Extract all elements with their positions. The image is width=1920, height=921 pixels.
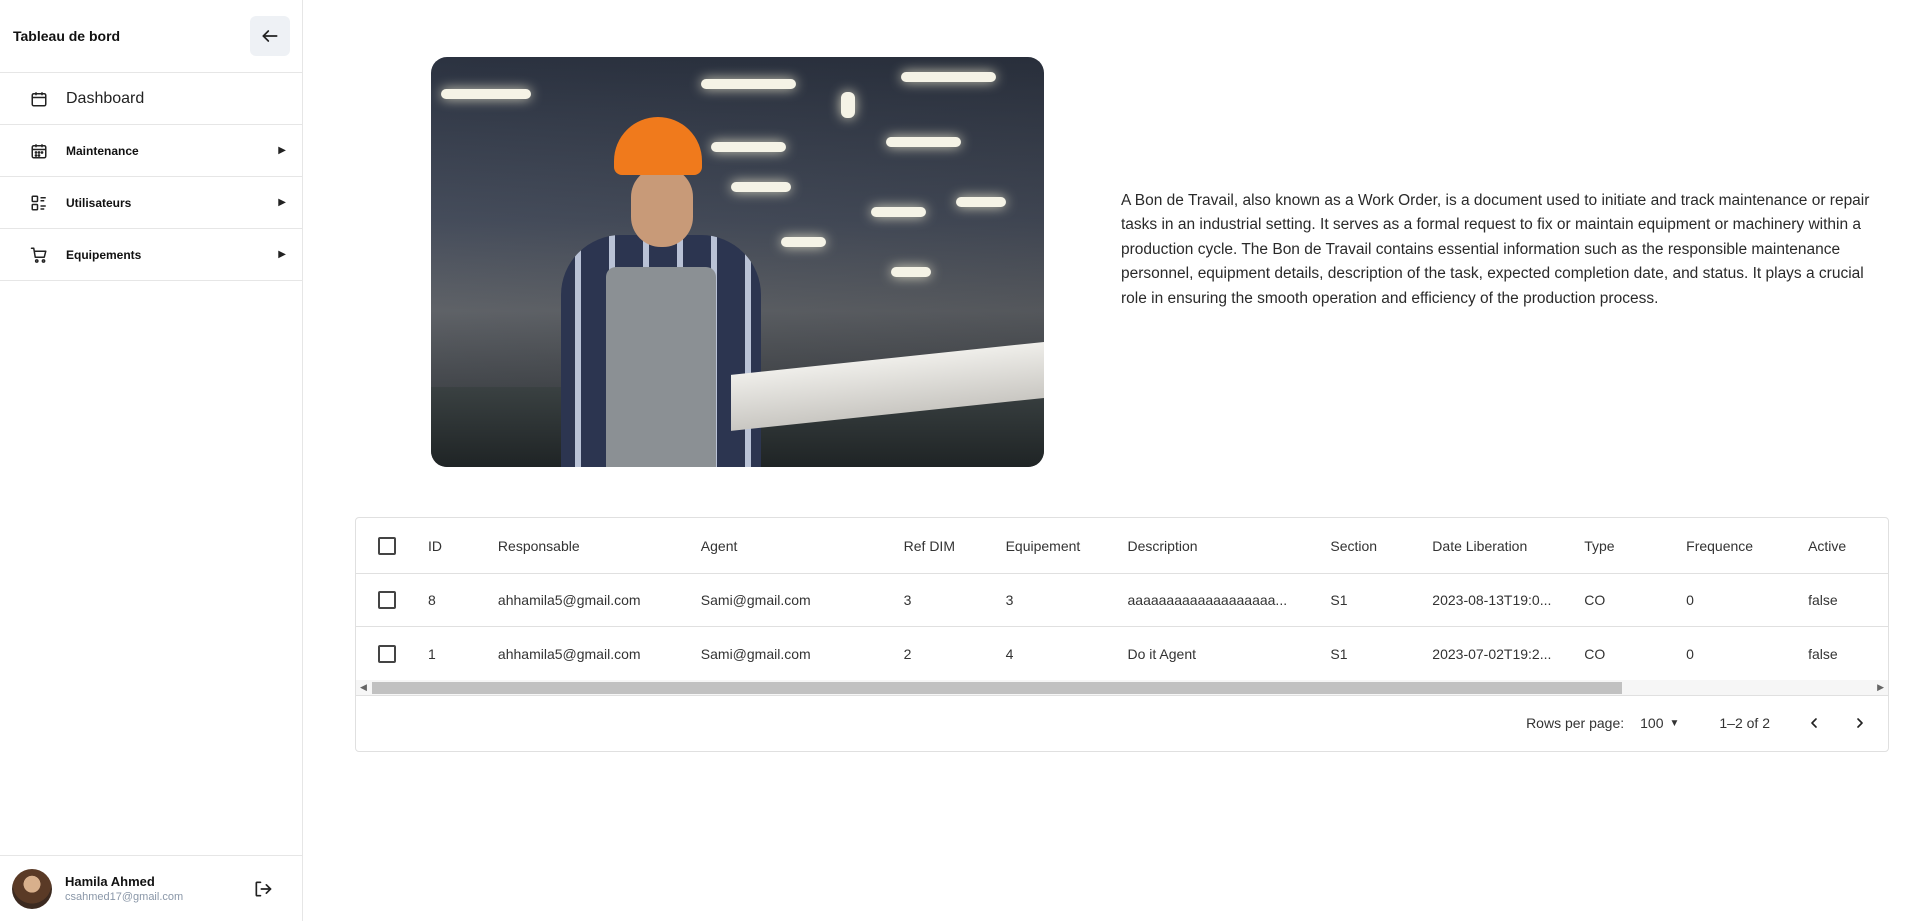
sidebar-item-utilisateurs[interactable]: Utilisateurs ▶ (0, 177, 302, 229)
sidebar-title: Tableau de bord (13, 28, 121, 44)
scroll-right-icon[interactable]: ▶ (1877, 682, 1884, 693)
column-header-frequence[interactable]: Frequence (1676, 538, 1798, 554)
arrow-left-icon (262, 30, 278, 42)
chevron-left-icon (1811, 718, 1817, 728)
table-row[interactable]: 8 ahhamila5@gmail.com Sami@gmail.com 3 3… (356, 574, 1888, 627)
row-select-cell (356, 644, 418, 663)
rows-per-page-select[interactable]: 100 ▼ (1640, 715, 1679, 731)
cell-description: aaaaaaaaaaaaaaaaaaa... (1127, 592, 1288, 608)
chevron-right-icon: ▶ (278, 197, 286, 208)
column-header-section[interactable]: Section (1320, 538, 1422, 554)
cell-ref-dim: 3 (903, 592, 912, 608)
cell-type: CO (1584, 645, 1606, 662)
cell-id: 8 (427, 592, 436, 608)
table-header-row: ID Responsable Agent Ref DIM Equipement … (356, 518, 1888, 574)
cell-equipement: 3 (1005, 592, 1014, 608)
cell-equipement: 4 (1005, 645, 1014, 662)
sidebar: Tableau de bord Dashboard Maintenance ▶ … (0, 0, 303, 921)
cell-frequence: 0 (1686, 592, 1694, 608)
rows-per-page-value: 100 (1640, 715, 1664, 731)
cell-active: false (1808, 592, 1838, 608)
chevron-right-icon: ▶ (278, 145, 286, 156)
user-name: Hamila Ahmed (65, 874, 155, 889)
column-header-equipement[interactable]: Equipement (996, 538, 1118, 554)
industrial-worker-image (431, 57, 1044, 467)
column-header-responsable[interactable]: Responsable (488, 538, 691, 554)
cell-agent: Sami@gmail.com (700, 645, 811, 662)
main-content: A Bon de Travail, also known as a Work O… (303, 0, 1920, 921)
cell-responsable: ahhamila5@gmail.com (497, 645, 641, 662)
avatar (12, 868, 52, 909)
select-all-cell (356, 536, 418, 555)
cell-responsable: ahhamila5@gmail.com (497, 592, 641, 608)
cell-description: Do it Agent (1127, 645, 1197, 662)
sidebar-item-maintenance[interactable]: Maintenance ▶ (0, 125, 302, 177)
row-select-cell (356, 591, 418, 609)
cell-date-liberation: 2023-08-13T19:0... (1432, 592, 1552, 608)
cell-section: S1 (1330, 592, 1348, 608)
column-header-active[interactable]: Active (1798, 538, 1888, 554)
cell-ref-dim: 2 (903, 645, 912, 662)
work-orders-table: ID Responsable Agent Ref DIM Equipement … (355, 517, 1889, 752)
chevron-right-icon: ▶ (278, 249, 286, 260)
work-order-description: A Bon de Travail, also known as a Work O… (1121, 192, 1870, 307)
cell-active: false (1808, 645, 1838, 662)
cell-date-liberation: 2023-07-02T19:2... (1432, 645, 1552, 662)
user-list-icon (30, 194, 48, 212)
cell-section: S1 (1330, 645, 1348, 662)
sidebar-item-equipements[interactable]: Equipements ▶ (0, 229, 302, 281)
cart-icon (30, 246, 48, 264)
cell-type: CO (1584, 592, 1606, 608)
row-checkbox[interactable] (377, 591, 396, 609)
column-header-id[interactable]: ID (418, 538, 488, 554)
previous-page-button[interactable] (1798, 707, 1830, 739)
scrollbar-thumb[interactable] (372, 682, 1622, 694)
pagination-range: 1–2 of 2 (1719, 715, 1770, 731)
sidebar-header: Tableau de bord (0, 0, 302, 73)
user-panel: Hamila Ahmed csahmed17@gmail.com (0, 855, 302, 921)
cell-agent: Sami@gmail.com (700, 592, 811, 608)
logout-button[interactable] (250, 876, 276, 902)
sidebar-item-dashboard[interactable]: Dashboard (0, 73, 302, 125)
calendar-icon (30, 90, 48, 108)
sidebar-item-label: Dashboard (66, 89, 145, 107)
sidebar-item-label: Utilisateurs (66, 195, 132, 210)
calendar-grid-icon (30, 142, 48, 160)
collapse-sidebar-button[interactable] (250, 16, 290, 56)
column-header-type[interactable]: Type (1574, 538, 1676, 554)
cell-frequence: 0 (1686, 645, 1694, 662)
user-info: Hamila Ahmed csahmed17@gmail.com (65, 874, 250, 903)
cell-id: 1 (427, 645, 436, 662)
horizontal-scrollbar[interactable]: ◀ ▶ (356, 680, 1888, 696)
table-row[interactable]: 1 ahhamila5@gmail.com Sami@gmail.com 2 4… (356, 627, 1888, 680)
column-header-agent[interactable]: Agent (691, 538, 894, 554)
rows-per-page-label: Rows per page: (1526, 715, 1625, 731)
caret-down-icon: ▼ (1669, 717, 1680, 729)
column-header-ref-dim[interactable]: Ref DIM (894, 538, 996, 554)
sidebar-item-label: Equipements (66, 247, 142, 262)
select-all-checkbox[interactable] (377, 536, 396, 555)
sidebar-item-label: Maintenance (66, 143, 139, 158)
row-checkbox[interactable] (377, 644, 396, 663)
next-page-button[interactable] (1844, 707, 1876, 739)
column-header-description[interactable]: Description (1118, 538, 1321, 554)
user-email: csahmed17@gmail.com (65, 891, 184, 903)
chevron-right-icon (1857, 718, 1863, 728)
table-pagination: Rows per page: 100 ▼ 1–2 of 2 (356, 696, 1888, 750)
logout-icon (255, 881, 272, 896)
scroll-left-icon[interactable]: ◀ (360, 682, 367, 693)
column-header-date-liberation[interactable]: Date Liberation (1422, 538, 1574, 554)
